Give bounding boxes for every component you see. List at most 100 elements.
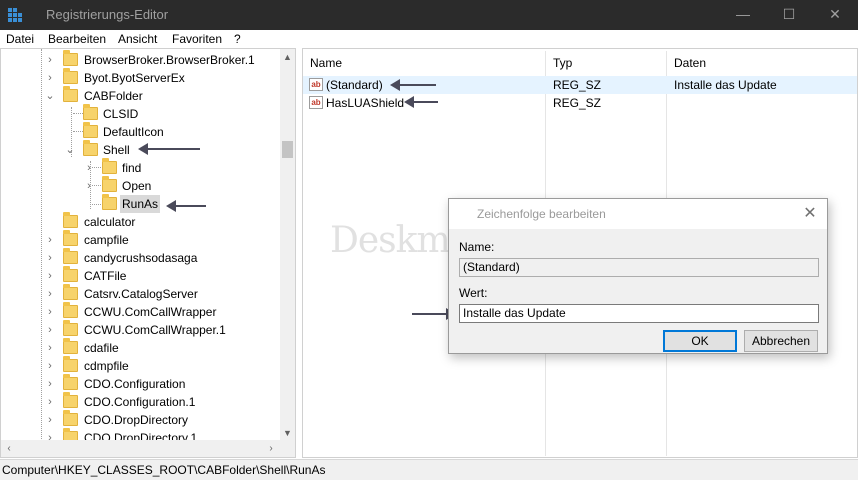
tree-item-catsrv[interactable]: › Catsrv.CatalogServer xyxy=(1,284,281,303)
menu-datei[interactable]: Datei xyxy=(6,32,34,46)
tree-item-find[interactable]: › find xyxy=(1,158,281,177)
menu-bearbeiten[interactable]: Bearbeiten xyxy=(48,32,106,46)
folder-icon xyxy=(63,320,78,336)
chevron-right-icon[interactable]: › xyxy=(84,159,94,177)
tree-item-cabfolder[interactable]: ⌄ CABFolder xyxy=(1,86,281,105)
chevron-right-icon[interactable]: › xyxy=(45,357,55,375)
menu-favoriten[interactable]: Favoriten xyxy=(172,32,222,46)
chevron-right-icon[interactable]: › xyxy=(45,393,55,411)
tree-item-label: find xyxy=(122,161,142,175)
chevron-down-icon[interactable]: ⌄ xyxy=(45,87,55,105)
tree-item-cdo-configuration[interactable]: › CDO.Configuration xyxy=(1,374,281,393)
registry-editor-icon xyxy=(8,8,22,22)
value-field[interactable]: Installe das Update xyxy=(459,304,819,323)
folder-icon xyxy=(63,410,78,426)
status-bar: Computer\HKEY_CLASSES_ROOT\CABFolder\She… xyxy=(0,459,858,480)
annotation-arrow-runas xyxy=(166,200,206,212)
chevron-right-icon[interactable]: › xyxy=(45,339,55,357)
folder-icon xyxy=(83,104,98,120)
tree-item-ccwu-1[interactable]: › CCWU.ComCallWrapper.1 xyxy=(1,320,281,339)
scroll-thumb[interactable] xyxy=(282,141,293,158)
menu-help[interactable]: ? xyxy=(234,32,241,46)
tree-item-cdafile[interactable]: › cdafile xyxy=(1,338,281,357)
cancel-button[interactable]: Abbrechen xyxy=(744,330,818,352)
tree-item-candycrush[interactable]: › candycrushsodasaga xyxy=(1,248,281,267)
tree-item-label: calculator xyxy=(84,215,136,229)
tree-item-open[interactable]: › Open xyxy=(1,176,281,195)
key-tree[interactable]: › BrowserBroker.BrowserBroker.1 › Byot.B… xyxy=(0,48,296,458)
column-header-type[interactable]: Typ xyxy=(546,53,666,73)
tree-item-label: CATFile xyxy=(84,269,127,283)
value-row-standard[interactable]: ab (Standard) REG_SZ Installe das Update xyxy=(303,76,857,94)
folder-icon xyxy=(83,140,98,156)
tree-item-calculator[interactable]: calculator xyxy=(1,212,281,231)
string-value-icon: ab xyxy=(309,96,323,109)
tree-item-cdo-configuration-1[interactable]: › CDO.Configuration.1 xyxy=(1,392,281,411)
tree-item-cdo-dropdirectory[interactable]: › CDO.DropDirectory xyxy=(1,410,281,429)
dialog-title: Zeichenfolge bearbeiten xyxy=(477,207,606,221)
tree-item-label: CCWU.ComCallWrapper.1 xyxy=(84,323,226,337)
chevron-right-icon[interactable]: › xyxy=(45,267,55,285)
tree-item-label-selected: RunAs xyxy=(120,195,161,213)
folder-icon xyxy=(63,392,78,408)
folder-icon xyxy=(63,50,78,66)
title-bar: Registrierungs-Editor — ☐ ✕ xyxy=(0,0,858,30)
chevron-right-icon[interactable]: › xyxy=(45,411,55,429)
chevron-right-icon[interactable]: › xyxy=(45,285,55,303)
folder-icon xyxy=(63,86,78,102)
name-label: Name: xyxy=(459,240,495,254)
tree-item-ccwu[interactable]: › CCWU.ComCallWrapper xyxy=(1,302,281,321)
tree-item-label: CDO.Configuration xyxy=(84,377,186,391)
menu-ansicht[interactable]: Ansicht xyxy=(118,32,157,46)
window-title: Registrierungs-Editor xyxy=(46,7,169,22)
chevron-right-icon[interactable]: › xyxy=(45,249,55,267)
tree-item-browserbroker[interactable]: › BrowserBroker.BrowserBroker.1 xyxy=(1,50,281,69)
tree-item-label: BrowserBroker.BrowserBroker.1 xyxy=(84,53,255,67)
tree-vertical-scrollbar[interactable]: ▲ ▼ xyxy=(280,49,295,441)
folder-icon xyxy=(102,158,117,174)
tree-item-catfile[interactable]: › CATFile xyxy=(1,266,281,285)
annotation-arrow-standard xyxy=(390,79,436,91)
chevron-right-icon[interactable]: › xyxy=(45,69,55,87)
dialog-title-bar: Zeichenfolge bearbeiten ✕ xyxy=(449,199,827,229)
chevron-right-icon[interactable]: › xyxy=(45,321,55,339)
scroll-right-icon[interactable]: › xyxy=(263,440,279,457)
chevron-right-icon[interactable]: › xyxy=(84,177,94,195)
tree-item-label: cdmpfile xyxy=(84,359,129,373)
ok-button[interactable]: OK xyxy=(663,330,737,352)
value-name: HasLUAShield xyxy=(326,96,405,110)
annotation-arrow-hasluashield xyxy=(404,96,438,108)
tree-item-label: Open xyxy=(122,179,152,193)
annotation-arrow-shell xyxy=(138,143,200,155)
tree-item-clsid[interactable]: CLSID xyxy=(1,104,281,123)
chevron-right-icon[interactable]: › xyxy=(45,303,55,321)
minimize-button[interactable]: — xyxy=(720,0,766,30)
tree-item-byot[interactable]: › Byot.ByotServerEx xyxy=(1,68,281,87)
value-row-hasluashield[interactable]: ab HasLUAShield REG_SZ xyxy=(303,94,857,112)
scroll-up-icon[interactable]: ▲ xyxy=(280,49,295,65)
dialog-close-icon[interactable]: ✕ xyxy=(799,203,821,225)
chevron-down-icon[interactable]: ⌄ xyxy=(65,141,75,159)
scroll-down-icon[interactable]: ▼ xyxy=(280,425,295,441)
chevron-right-icon[interactable]: › xyxy=(45,231,55,249)
tree-item-label: Shell xyxy=(103,143,130,157)
value-type: REG_SZ xyxy=(553,96,602,110)
tree-item-cdmpfile[interactable]: › cdmpfile xyxy=(1,356,281,375)
folder-icon xyxy=(63,284,78,300)
folder-icon xyxy=(63,68,78,84)
chevron-right-icon[interactable]: › xyxy=(45,51,55,69)
chevron-right-icon[interactable]: › xyxy=(45,375,55,393)
tree-item-defaulticon[interactable]: DefaultIcon xyxy=(1,122,281,141)
column-header-name[interactable]: Name xyxy=(303,53,543,73)
tree-item-campfile[interactable]: › campfile xyxy=(1,230,281,249)
tree-item-runas[interactable]: RunAs xyxy=(1,194,281,213)
maximize-button[interactable]: ☐ xyxy=(766,0,812,30)
tree-horizontal-scrollbar[interactable]: ‹ › xyxy=(1,440,295,457)
scroll-left-icon[interactable]: ‹ xyxy=(1,440,17,457)
value-name: (Standard) xyxy=(326,78,383,92)
folder-icon xyxy=(83,122,98,138)
value-data: Installe das Update xyxy=(674,78,777,92)
name-field: (Standard) xyxy=(459,258,819,277)
column-header-data[interactable]: Daten xyxy=(667,53,857,73)
close-button[interactable]: ✕ xyxy=(812,0,858,30)
